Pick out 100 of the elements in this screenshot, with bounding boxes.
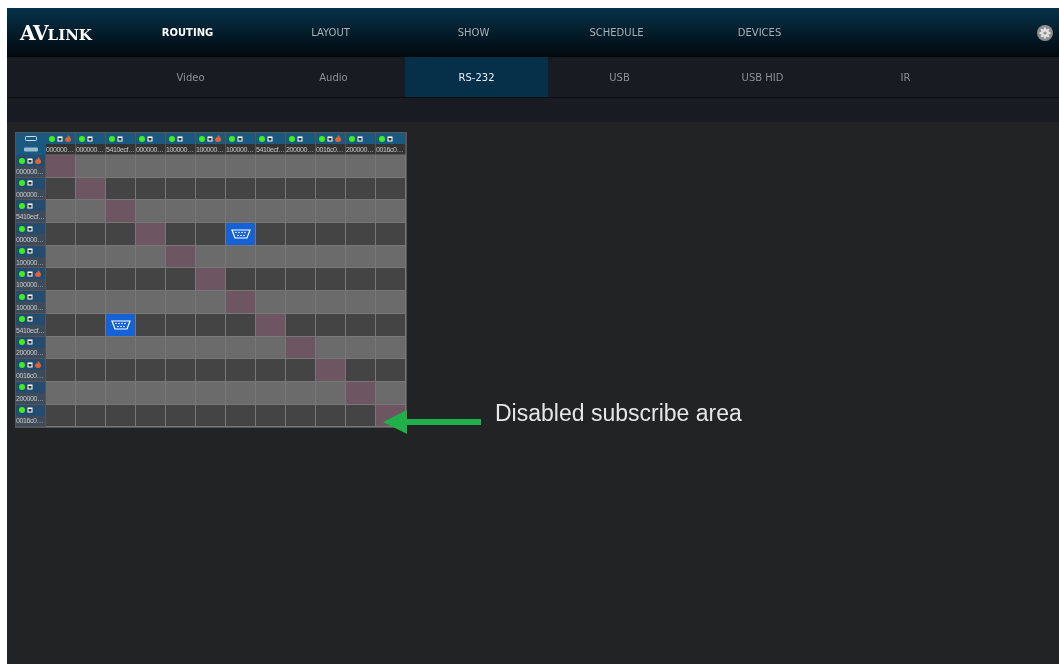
matrix-cell[interactable] xyxy=(346,245,376,269)
matrix-cell[interactable] xyxy=(76,155,106,178)
matrix-cell[interactable] xyxy=(286,223,316,246)
matrix-cell[interactable] xyxy=(286,313,316,337)
matrix-cell[interactable] xyxy=(196,404,226,428)
matrix-cell[interactable] xyxy=(256,245,286,269)
matrix-cell[interactable] xyxy=(166,381,196,405)
nav-tab[interactable]: DEVICES xyxy=(688,27,831,38)
matrix-cell[interactable] xyxy=(196,381,226,405)
matrix-cell[interactable] xyxy=(166,336,196,360)
sub-tab[interactable]: USB xyxy=(548,57,691,97)
matrix-cell[interactable] xyxy=(256,291,286,314)
matrix-cell[interactable] xyxy=(286,177,316,201)
matrix-cell[interactable] xyxy=(346,223,376,246)
matrix-cell[interactable] xyxy=(196,155,226,178)
matrix-cell[interactable] xyxy=(166,177,196,201)
matrix-cell[interactable] xyxy=(286,268,316,292)
matrix-cell[interactable] xyxy=(136,177,166,201)
matrix-cell[interactable] xyxy=(316,200,346,224)
matrix-cell[interactable] xyxy=(106,245,136,269)
matrix-cell[interactable] xyxy=(46,223,76,246)
matrix-cell[interactable] xyxy=(226,155,256,178)
matrix-cell[interactable] xyxy=(106,404,136,428)
sub-tab[interactable]: Video xyxy=(119,57,262,97)
matrix-cell[interactable] xyxy=(256,223,286,246)
matrix-cell[interactable] xyxy=(316,223,346,246)
matrix-cell[interactable] xyxy=(316,404,346,428)
matrix-cell[interactable] xyxy=(286,200,316,224)
matrix-cell[interactable] xyxy=(376,245,406,269)
matrix-cell[interactable] xyxy=(76,336,106,360)
matrix-cell[interactable] xyxy=(316,177,346,201)
matrix-cell[interactable] xyxy=(106,291,136,314)
matrix-cell[interactable] xyxy=(346,200,376,224)
matrix-cell[interactable] xyxy=(256,404,286,428)
matrix-cell[interactable] xyxy=(346,268,376,292)
matrix-cell[interactable] xyxy=(226,268,256,292)
matrix-cell[interactable] xyxy=(346,313,376,337)
matrix-cell[interactable] xyxy=(316,381,346,405)
matrix-cell[interactable] xyxy=(106,359,136,382)
matrix-cell[interactable] xyxy=(166,404,196,428)
matrix-cell[interactable] xyxy=(76,404,106,428)
matrix-cell[interactable] xyxy=(256,268,286,292)
matrix-cell[interactable] xyxy=(376,223,406,246)
matrix-cell[interactable] xyxy=(46,381,76,405)
matrix-cell[interactable] xyxy=(76,245,106,269)
matrix-cell[interactable] xyxy=(226,359,256,382)
matrix-cell[interactable] xyxy=(376,313,406,337)
matrix-cell[interactable] xyxy=(76,268,106,292)
matrix-cell[interactable] xyxy=(136,359,166,382)
matrix-cell[interactable] xyxy=(106,268,136,292)
sub-tab[interactable]: RS-232 xyxy=(405,57,548,97)
matrix-cell[interactable] xyxy=(346,359,376,382)
matrix-cell[interactable] xyxy=(46,200,76,224)
matrix-cell[interactable] xyxy=(316,155,346,178)
matrix-cell[interactable] xyxy=(256,336,286,360)
sub-tab[interactable]: Audio xyxy=(262,57,405,97)
matrix-cell[interactable] xyxy=(166,268,196,292)
matrix-cell[interactable] xyxy=(106,381,136,405)
matrix-cell[interactable] xyxy=(46,336,76,360)
matrix-cell[interactable] xyxy=(286,155,316,178)
matrix-cell[interactable] xyxy=(256,200,286,224)
matrix-cell[interactable] xyxy=(256,381,286,405)
matrix-cell[interactable] xyxy=(376,155,406,178)
matrix-cell[interactable] xyxy=(226,245,256,269)
matrix-cell[interactable] xyxy=(166,155,196,178)
matrix-cell[interactable] xyxy=(196,200,226,224)
matrix-cell[interactable] xyxy=(346,291,376,314)
matrix-cell[interactable] xyxy=(136,155,166,178)
matrix-cell[interactable] xyxy=(316,268,346,292)
matrix-cell[interactable] xyxy=(286,291,316,314)
matrix-cell[interactable] xyxy=(286,359,316,382)
matrix-cell[interactable] xyxy=(196,223,226,246)
matrix-cell[interactable] xyxy=(316,336,346,360)
matrix-cell[interactable] xyxy=(226,177,256,201)
matrix-cell[interactable] xyxy=(106,313,136,337)
matrix-cell[interactable] xyxy=(166,291,196,314)
matrix-cell[interactable] xyxy=(226,200,256,224)
matrix-cell[interactable] xyxy=(106,155,136,178)
matrix-cell[interactable] xyxy=(196,336,226,360)
matrix-cell[interactable] xyxy=(76,359,106,382)
matrix-cell[interactable] xyxy=(286,404,316,428)
matrix-cell[interactable] xyxy=(46,313,76,337)
matrix-cell[interactable] xyxy=(286,245,316,269)
matrix-cell[interactable] xyxy=(46,404,76,428)
nav-tab[interactable]: ROUTING xyxy=(116,27,259,38)
matrix-cell[interactable] xyxy=(226,223,256,246)
matrix-cell[interactable] xyxy=(166,359,196,382)
nav-tab[interactable]: LAYOUT xyxy=(259,27,402,38)
matrix-cell[interactable] xyxy=(136,291,166,314)
matrix-cell[interactable] xyxy=(346,155,376,178)
matrix-cell[interactable] xyxy=(256,155,286,178)
matrix-cell[interactable] xyxy=(46,177,76,201)
matrix-cell[interactable] xyxy=(346,177,376,201)
matrix-cell[interactable] xyxy=(76,223,106,246)
matrix-cell[interactable] xyxy=(136,381,166,405)
matrix-cell[interactable] xyxy=(376,381,406,405)
settings-icon[interactable] xyxy=(1037,24,1053,41)
matrix-cell[interactable] xyxy=(226,381,256,405)
matrix-cell[interactable] xyxy=(76,200,106,224)
matrix-cell[interactable] xyxy=(196,291,226,314)
